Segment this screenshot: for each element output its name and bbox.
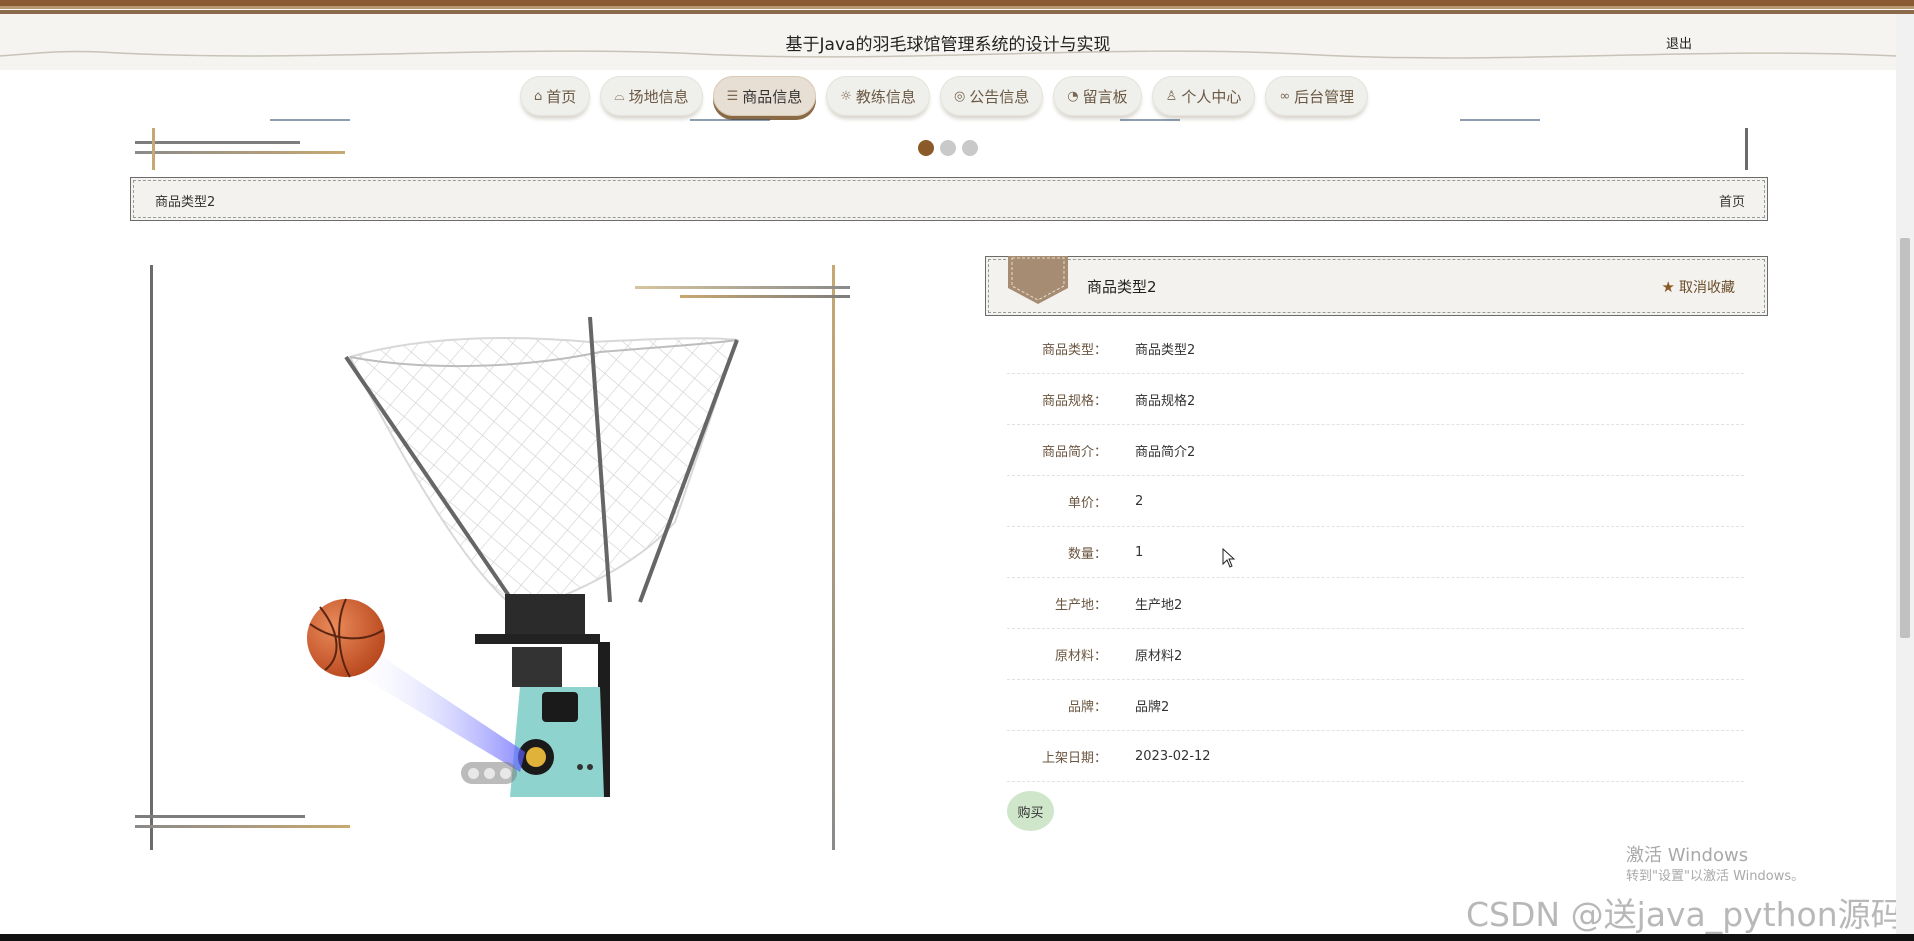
buy-button[interactable]: 购买 — [1007, 791, 1054, 831]
banner-deco-line — [135, 141, 300, 144]
banner-edge — [1120, 119, 1180, 121]
field-row-origin: 生产地： 生产地2 — [1007, 578, 1744, 629]
product-header: 商品类型2 ★ 取消收藏 — [985, 256, 1768, 316]
field-label: 商品简介： — [1041, 444, 1107, 460]
palette-icon: ◎ — [953, 88, 966, 104]
activation-title: 激活 Windows — [1626, 845, 1749, 866]
field-value: 品牌2 — [1135, 699, 1170, 715]
gauge-icon: ◔ — [1067, 88, 1079, 104]
field-label: 原材料： — [1054, 648, 1107, 664]
nav-item-coaches[interactable]: ☼ 教练信息 — [826, 76, 930, 116]
scrollbar-thumb[interactable] — [1900, 238, 1910, 638]
csdn-watermark: CSDN @送java_python源码 — [1466, 895, 1904, 934]
nav-item-home[interactable]: ⌂ 首页 — [520, 76, 591, 116]
nav-label: 场地信息 — [628, 87, 689, 106]
nav-item-profile[interactable]: ♙ 个人中心 — [1151, 76, 1256, 116]
nav-item-products[interactable]: ☰ 商品信息 — [712, 76, 817, 116]
shield-badge-icon — [1008, 256, 1068, 304]
field-value: 1 — [1135, 544, 1144, 560]
banner-edge — [1460, 119, 1540, 121]
carousel-dot[interactable] — [962, 140, 978, 156]
field-row-type: 商品类型： 商品类型2 — [1007, 323, 1744, 374]
top-stripe — [0, 0, 1914, 14]
star-icon: ★ — [1661, 278, 1675, 296]
banner-deco-line — [1745, 128, 1748, 170]
field-row-spec: 商品规格： 商品规格2 — [1007, 374, 1744, 425]
unfavorite-button[interactable]: ★ 取消收藏 — [1662, 277, 1735, 297]
field-label: 数量： — [1067, 546, 1107, 562]
page: 基于Java的羽毛球馆管理系统的设计与实现 退出 ⌂ 首页 ⌓ 场地信息 ☰ 商… — [0, 0, 1914, 941]
nav-label: 后台管理 — [1294, 87, 1355, 106]
site-title: 基于Java的羽毛球馆管理系统的设计与实现 — [785, 35, 1111, 55]
field-row-quantity: 数量： 1 — [1007, 527, 1744, 578]
field-value: 原材料2 — [1135, 648, 1183, 664]
field-row-intro: 商品简介： 商品简介2 — [1007, 425, 1744, 476]
breadcrumb: 商品类型2 首页 — [130, 177, 1768, 221]
banner-edge — [690, 119, 770, 121]
user-icon: ♙ — [1165, 88, 1178, 104]
banner-deco-line — [152, 128, 155, 170]
image-dot[interactable] — [467, 767, 479, 779]
carousel-dot[interactable] — [918, 140, 934, 156]
field-label: 商品类型： — [1041, 342, 1107, 358]
image-frame-line — [150, 265, 153, 850]
layers-icon: ☰ — [726, 88, 739, 104]
field-value: 2 — [1135, 493, 1144, 509]
field-row-brand: 品牌： 品牌2 — [1007, 680, 1744, 731]
mouse-cursor-icon — [1222, 548, 1236, 568]
banner-deco-line — [135, 151, 345, 154]
image-frame-line — [680, 295, 850, 298]
link-icon: ∞ — [1279, 88, 1291, 104]
home-icon: ⌂ — [534, 88, 543, 104]
image-frame-line — [135, 825, 350, 828]
image-frame-line — [635, 286, 850, 289]
carousel-dot[interactable] — [940, 140, 956, 156]
stadium-icon: ⌓ — [614, 88, 625, 104]
nav-item-admin[interactable]: ∞ 后台管理 — [1265, 76, 1369, 116]
field-value: 商品类型2 — [1135, 342, 1196, 358]
field-row-date: 上架日期： 2023-02-12 — [1007, 731, 1744, 782]
nav-item-messages[interactable]: ◔ 留言板 — [1053, 76, 1142, 116]
field-label: 生产地： — [1054, 597, 1107, 613]
field-label: 上架日期： — [1041, 750, 1107, 766]
field-value: 商品规格2 — [1135, 393, 1196, 409]
nav-label: 教练信息 — [855, 87, 916, 106]
logout-link[interactable]: 退出 — [1666, 33, 1692, 52]
field-value: 生产地2 — [1135, 597, 1183, 613]
breadcrumb-current: 商品类型2 — [155, 195, 216, 210]
banner-edge — [270, 119, 350, 121]
image-dot[interactable] — [499, 767, 511, 779]
field-label: 商品规格： — [1041, 393, 1107, 409]
nav-label: 个人中心 — [1181, 87, 1242, 106]
field-row-price: 单价： 2 — [1007, 476, 1744, 527]
field-value: 商品简介2 — [1135, 444, 1196, 460]
product-title: 商品类型2 — [1087, 278, 1157, 296]
product-fields: 商品类型： 商品类型2 商品规格： 商品规格2 商品简介： 商品简介2 单价： … — [1007, 323, 1744, 782]
image-carousel-dots — [461, 762, 517, 784]
nav-label: 留言板 — [1082, 87, 1128, 106]
sun-gear-icon: ☼ — [840, 88, 852, 104]
field-row-material: 原材料： 原材料2 — [1007, 629, 1744, 680]
windows-activation-notice: 激活 Windows 转到"设置"以激活 Windows。 — [1626, 844, 1804, 886]
image-frame-line — [135, 815, 305, 818]
nav-label: 首页 — [546, 87, 577, 106]
product-image — [280, 312, 800, 797]
activation-subtitle: 转到"设置"以激活 Windows。 — [1626, 869, 1805, 884]
image-dot[interactable] — [483, 767, 495, 779]
nav-label: 商品信息 — [742, 87, 803, 106]
field-label: 单价： — [1067, 495, 1107, 511]
unfavorite-label: 取消收藏 — [1679, 280, 1735, 296]
nav-item-venues[interactable]: ⌓ 场地信息 — [600, 76, 703, 116]
breadcrumb-home-link[interactable]: 首页 — [1719, 191, 1745, 210]
field-label: 品牌： — [1067, 699, 1107, 715]
main-nav: ⌂ 首页 ⌓ 场地信息 ☰ 商品信息 ☼ 教练信息 ◎ 公告信息 ◔ 留言板 ♙… — [520, 76, 1369, 116]
carousel-dots — [918, 140, 978, 156]
nav-label: 公告信息 — [969, 87, 1030, 106]
nav-item-notices[interactable]: ◎ 公告信息 — [939, 76, 1044, 116]
field-value: 2023-02-12 — [1135, 748, 1211, 764]
bottom-bar — [0, 934, 1914, 941]
image-frame-line — [832, 265, 835, 850]
